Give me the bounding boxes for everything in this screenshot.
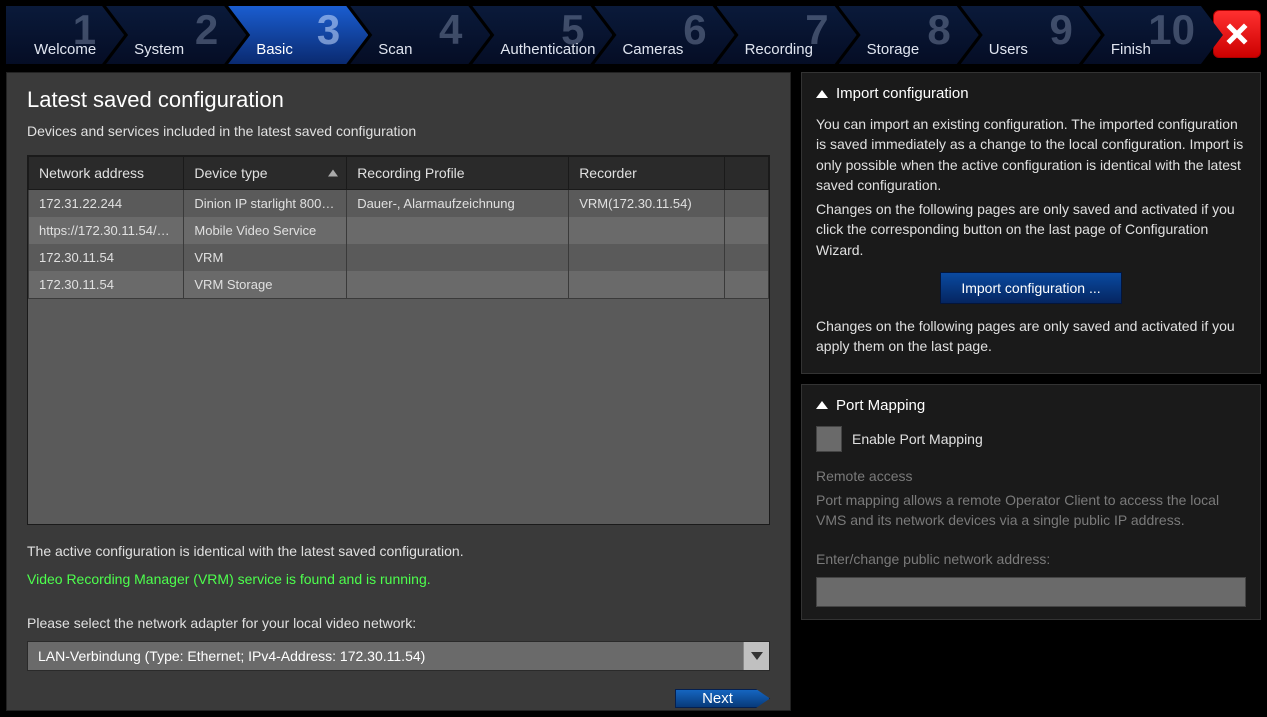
step-system[interactable]: 2 System <box>106 6 246 64</box>
step-number: 8 <box>927 6 950 54</box>
step-label: Scan <box>378 41 412 58</box>
step-finish[interactable]: 10 Finish <box>1083 6 1223 64</box>
step-label: Recording <box>745 41 813 58</box>
step-scan[interactable]: 4 Scan <box>350 6 490 64</box>
step-label: Welcome <box>34 41 96 58</box>
remote-access-desc: Port mapping allows a remote Operator Cl… <box>816 490 1246 531</box>
col-extra[interactable] <box>724 157 768 190</box>
col-recorder[interactable]: Recorder <box>569 157 724 190</box>
step-label: Users <box>989 41 1028 58</box>
port-mapping-header[interactable]: Port Mapping <box>816 397 1246 414</box>
import-text-2: Changes on the following pages are only … <box>816 199 1246 260</box>
step-storage[interactable]: 8 Storage <box>839 6 979 64</box>
step-label: Basic <box>256 41 293 58</box>
step-label: System <box>134 41 184 58</box>
step-recording[interactable]: 7 Recording <box>717 6 857 64</box>
step-label: Authentication <box>500 41 595 58</box>
enable-port-mapping-checkbox[interactable] <box>816 426 842 452</box>
network-adapter-select[interactable]: LAN-Verbindung (Type: Ethernet; IPv4-Add… <box>27 641 770 671</box>
wizard-steps: 1 Welcome 2 System 3 Basic 4 Scan 5 Auth… <box>6 6 1261 64</box>
devices-table: Network address Device type Recording Pr… <box>27 155 770 525</box>
step-number: 6 <box>683 6 706 54</box>
import-text-3: Changes on the following pages are only … <box>816 316 1246 357</box>
close-icon <box>1222 19 1252 49</box>
import-configuration-button[interactable]: Import configuration ... <box>940 272 1121 304</box>
step-number: 9 <box>1049 6 1072 54</box>
step-label: Finish <box>1111 41 1151 58</box>
import-config-header[interactable]: Import configuration <box>816 85 1246 102</box>
import-text-1: You can import an existing configuration… <box>816 114 1246 195</box>
table-row[interactable]: https://172.30.11.54/mvs Mobile Video Se… <box>29 217 769 244</box>
page-subtitle: Devices and services included in the lat… <box>27 123 770 139</box>
chevron-down-icon <box>743 642 769 670</box>
step-number: 3 <box>317 6 340 54</box>
step-number: 4 <box>439 6 462 54</box>
remote-access-title: Remote access <box>816 466 1246 486</box>
vrm-status: Video Recording Manager (VRM) service is… <box>27 571 770 587</box>
main-panel: Latest saved configuration Devices and s… <box>6 72 791 711</box>
step-number: 2 <box>195 6 218 54</box>
step-label: Storage <box>867 41 920 58</box>
step-label: Cameras <box>622 41 683 58</box>
chevron-up-icon <box>816 90 828 98</box>
table-row[interactable]: 172.31.22.244 Dinion IP starlight 8000 M… <box>29 190 769 218</box>
col-network-address[interactable]: Network address <box>29 157 184 190</box>
port-mapping-card: Port Mapping Enable Port Mapping Remote … <box>801 384 1261 620</box>
table-row[interactable]: 172.30.11.54 VRM <box>29 244 769 271</box>
adapter-label: Please select the network adapter for yo… <box>27 615 770 631</box>
public-address-label: Enter/change public network address: <box>816 549 1246 569</box>
col-recording-profile[interactable]: Recording Profile <box>347 157 569 190</box>
step-cameras[interactable]: 6 Cameras <box>594 6 734 64</box>
config-status: The active configuration is identical wi… <box>27 543 770 559</box>
table-row[interactable]: 172.30.11.54 VRM Storage <box>29 271 769 298</box>
sort-asc-icon <box>328 170 338 177</box>
step-basic[interactable]: 3 Basic <box>228 6 368 64</box>
step-users[interactable]: 9 Users <box>961 6 1101 64</box>
import-config-card: Import configuration You can import an e… <box>801 72 1261 374</box>
checkbox-label: Enable Port Mapping <box>852 429 983 449</box>
next-button[interactable]: Next <box>675 689 770 708</box>
step-welcome[interactable]: 1 Welcome <box>6 6 124 64</box>
step-number: 10 <box>1148 6 1195 54</box>
col-device-type[interactable]: Device type <box>184 157 347 190</box>
step-authentication[interactable]: 5 Authentication <box>472 6 612 64</box>
public-address-input[interactable] <box>816 577 1246 607</box>
chevron-up-icon <box>816 401 828 409</box>
page-title: Latest saved configuration <box>27 87 770 113</box>
select-value: LAN-Verbindung (Type: Ethernet; IPv4-Add… <box>28 648 743 664</box>
